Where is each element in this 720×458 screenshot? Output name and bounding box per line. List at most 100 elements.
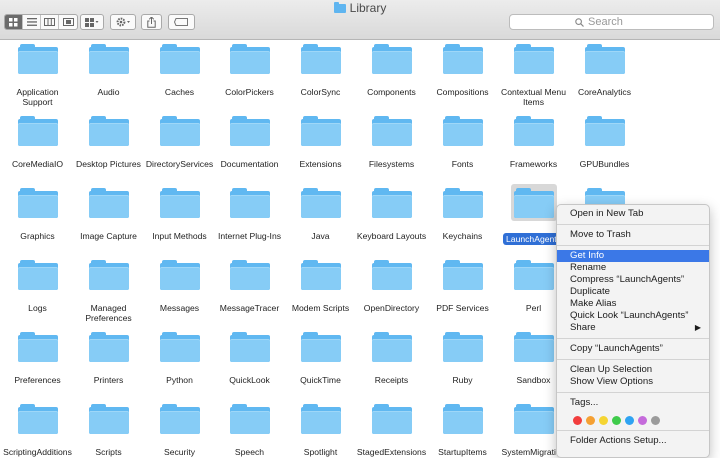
- folder-item[interactable]: Internet Plug-Ins: [214, 188, 285, 241]
- menu-item-get-info[interactable]: Get Info: [557, 250, 709, 262]
- folder-item[interactable]: Fonts: [427, 116, 498, 169]
- folder-item[interactable]: Spotlight: [285, 404, 356, 457]
- folder-item[interactable]: Graphics: [2, 188, 73, 241]
- folder-item[interactable]: Scripts: [73, 404, 144, 457]
- folder-label: Documentation: [220, 159, 279, 169]
- folder-item[interactable]: Receipts: [356, 332, 427, 385]
- folder-item[interactable]: Python: [144, 332, 215, 385]
- folder-item[interactable]: ColorSync: [285, 44, 356, 97]
- folder-icon-wrapper: [356, 188, 427, 218]
- folder-item[interactable]: GPUBundles: [569, 116, 640, 169]
- share-button[interactable]: [141, 14, 162, 30]
- menu-item-folder-actions-setup[interactable]: Folder Actions Setup...: [557, 435, 709, 447]
- menu-item-copy-launchagents[interactable]: Copy “LaunchAgents”: [557, 343, 709, 355]
- folder-item[interactable]: Caches: [144, 44, 215, 97]
- folder-item[interactable]: PDF Services: [427, 260, 498, 313]
- folder-item[interactable]: Filesystems: [356, 116, 427, 169]
- folder-label: StagedExtensions: [356, 447, 427, 457]
- folder-item[interactable]: Java: [285, 188, 356, 241]
- folder-item[interactable]: Components: [356, 44, 427, 97]
- folder-item[interactable]: Frameworks: [498, 116, 569, 169]
- folder-item[interactable]: Compositions: [427, 44, 498, 97]
- folder-item[interactable]: Input Methods: [144, 188, 215, 241]
- folder-label: Messages: [159, 303, 200, 313]
- menu-item-rename[interactable]: Rename: [557, 262, 709, 274]
- menu-item-move-to-trash[interactable]: Move to Trash: [557, 229, 709, 241]
- folder-item[interactable]: Security: [144, 404, 215, 457]
- tag-button[interactable]: [168, 14, 195, 30]
- search-field[interactable]: [509, 14, 714, 30]
- tag-color-dot[interactable]: [612, 415, 621, 425]
- folder-item[interactable]: QuickTime: [285, 332, 356, 385]
- folder-item[interactable]: CoreMediaIO: [2, 116, 73, 169]
- folder-item[interactable]: Speech: [214, 404, 285, 457]
- folder-icon: [513, 188, 554, 218]
- folder-item[interactable]: OpenDirectory: [356, 260, 427, 313]
- folder-item[interactable]: Extensions: [285, 116, 356, 169]
- folder-item[interactable]: Ruby: [427, 332, 498, 385]
- menu-item-tags[interactable]: Tags...: [557, 397, 709, 409]
- column-view-icon[interactable]: [41, 15, 59, 29]
- icon-view-icon[interactable]: [5, 15, 23, 29]
- folder-item[interactable]: QuickLook: [214, 332, 285, 385]
- folder-item[interactable]: Contextual Menu Items: [498, 44, 569, 107]
- gear-icon: [111, 15, 135, 29]
- folder-icon: [17, 332, 58, 362]
- folder-item[interactable]: Application Support: [2, 44, 73, 107]
- tag-color-dot[interactable]: [638, 415, 647, 425]
- folder-label: PDF Services: [436, 303, 489, 313]
- folder-item[interactable]: ScriptingAdditions: [2, 404, 73, 457]
- tag-color-dot[interactable]: [573, 415, 582, 425]
- arrange-menu-button[interactable]: [80, 14, 104, 30]
- tag-color-dot[interactable]: [651, 415, 660, 425]
- tag-color-dot[interactable]: [586, 415, 595, 425]
- view-mode-segment: [4, 14, 78, 30]
- folder-icon: [88, 116, 129, 146]
- folder-item[interactable]: ColorPickers: [214, 44, 285, 97]
- folder-item[interactable]: StagedExtensions: [356, 404, 427, 457]
- folder-item[interactable]: CoreAnalytics: [569, 44, 640, 97]
- folder-icon: [371, 116, 412, 146]
- list-view-icon[interactable]: [23, 15, 41, 29]
- action-menu-button[interactable]: [110, 14, 136, 30]
- folder-label: Keychains: [442, 231, 483, 241]
- tag-color-dot[interactable]: [625, 415, 634, 425]
- folder-item[interactable]: Desktop Pictures: [73, 116, 144, 169]
- folder-label: Audio: [97, 87, 120, 97]
- folder-item[interactable]: Keychains: [427, 188, 498, 241]
- tag-color-dot[interactable]: [599, 415, 608, 425]
- folder-label: Keyboard Layouts: [356, 231, 427, 241]
- folder-label: Receipts: [374, 375, 409, 385]
- menu-item-compress-launchagents[interactable]: Compress “LaunchAgents”: [557, 274, 709, 286]
- folder-item[interactable]: DirectoryServices: [144, 116, 215, 169]
- folder-item[interactable]: Modem Scripts: [285, 260, 356, 313]
- menu-item-quick-look-launchagents[interactable]: Quick Look “LaunchAgents”: [557, 310, 709, 322]
- menu-item-clean-up-selection[interactable]: Clean Up Selection: [557, 364, 709, 376]
- menu-item-show-view-options[interactable]: Show View Options: [557, 376, 709, 388]
- folder-icon: [371, 260, 412, 290]
- folder-label: Spotlight: [303, 447, 338, 457]
- folder-item[interactable]: Logs: [2, 260, 73, 313]
- folder-item[interactable]: Audio: [73, 44, 144, 97]
- folder-item[interactable]: StartupItems: [427, 404, 498, 457]
- menu-item-make-alias[interactable]: Make Alias: [557, 298, 709, 310]
- folder-item[interactable]: Image Capture: [73, 188, 144, 241]
- menu-separator: [557, 338, 709, 339]
- folder-item[interactable]: Documentation: [214, 116, 285, 169]
- folder-icon-wrapper: [144, 404, 215, 434]
- menu-item-duplicate[interactable]: Duplicate: [557, 286, 709, 298]
- folder-item[interactable]: Preferences: [2, 332, 73, 385]
- search-input[interactable]: [588, 16, 648, 28]
- folder-item[interactable]: Managed Preferences: [73, 260, 144, 323]
- menu-item-open-in-new-tab[interactable]: Open in New Tab: [557, 208, 709, 220]
- folder-item[interactable]: Printers: [73, 332, 144, 385]
- folder-icon-wrapper: [144, 332, 215, 362]
- folder-item[interactable]: MessageTracer: [214, 260, 285, 313]
- folder-label: ScriptingAdditions: [3, 447, 72, 457]
- menu-item-share[interactable]: Share ▶: [557, 322, 709, 334]
- folder-item[interactable]: Keyboard Layouts: [356, 188, 427, 241]
- folder-item[interactable]: Messages: [144, 260, 215, 313]
- folder-icon-wrapper: [214, 116, 285, 146]
- folder-icon-wrapper: [427, 44, 498, 74]
- gallery-view-icon[interactable]: [59, 15, 77, 29]
